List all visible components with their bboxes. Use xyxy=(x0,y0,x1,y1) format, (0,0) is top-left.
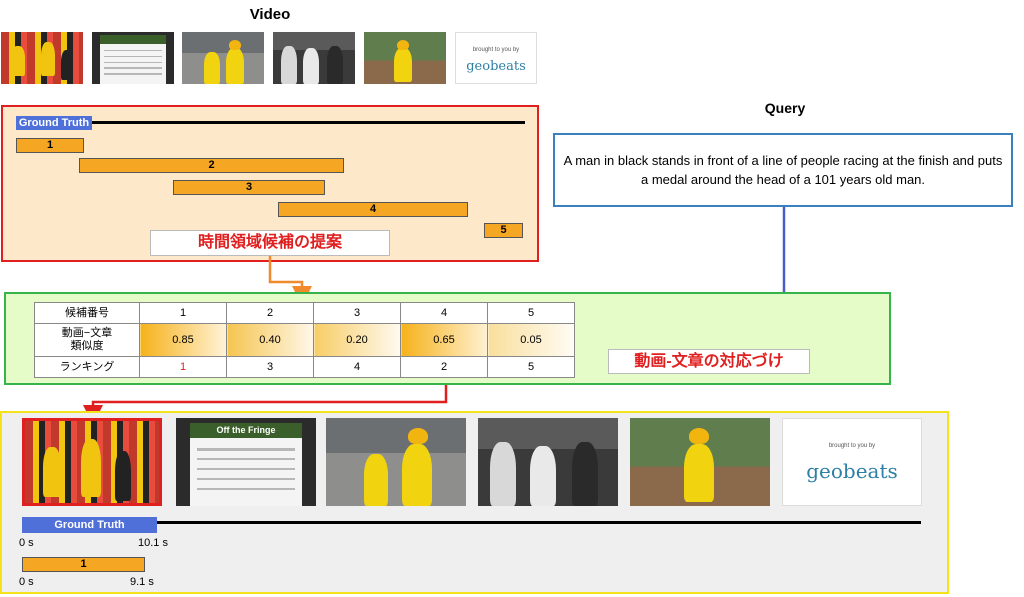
result-frame-3 xyxy=(326,418,466,506)
gt-end-time: 10.1 s xyxy=(138,537,168,549)
candidate-number-1: 1 xyxy=(139,302,227,324)
ranking-2: 3 xyxy=(226,356,314,378)
similarity-4: 0.65 xyxy=(400,323,488,357)
table-header-label: 候補番号 xyxy=(34,302,140,324)
similarity-1: 0.85 xyxy=(139,323,227,357)
result-ground-truth-label: Ground Truth xyxy=(22,517,157,533)
gt-start-time: 0 s xyxy=(19,537,34,549)
matching-caption: 動画-文章の対応づけ xyxy=(608,349,810,374)
ranking-label: ランキング xyxy=(34,356,140,378)
pred-start-time: 0 s xyxy=(19,576,34,588)
result-frame-2: Off the Fringe xyxy=(176,418,316,506)
similarity-5: 0.05 xyxy=(487,323,575,357)
result-frame-6-logo: brought to you by geobeats xyxy=(782,418,922,506)
result-frame-5 xyxy=(630,418,770,506)
result-frame-1-selected xyxy=(22,418,162,506)
result-logo-text: geobeats xyxy=(806,458,898,483)
result-logo-tagline: brought to you by xyxy=(828,443,876,450)
ranking-1: 1 xyxy=(139,356,227,378)
candidate-number-2: 2 xyxy=(226,302,314,324)
candidate-number-5: 5 xyxy=(487,302,575,324)
similarity-label: 動画−文章類似度 xyxy=(61,327,113,352)
pred-end-time: 9.1 s xyxy=(130,576,154,588)
web-banner-text: Off the Fringe xyxy=(216,425,276,436)
ranking-5: 5 xyxy=(487,356,575,378)
candidate-number-3: 3 xyxy=(313,302,401,324)
result-frame-4 xyxy=(478,418,618,506)
similarity-row-label: 動画−文章類似度 xyxy=(34,323,140,357)
candidate-number-4: 4 xyxy=(400,302,488,324)
arrow-proposal-to-matching xyxy=(268,256,312,306)
similarity-3: 0.20 xyxy=(313,323,401,357)
ranking-4: 2 xyxy=(400,356,488,378)
result-proposal-bar: 1 xyxy=(22,557,145,572)
ranking-3: 4 xyxy=(313,356,401,378)
similarity-2: 0.40 xyxy=(226,323,314,357)
result-ground-truth-line xyxy=(157,521,921,524)
candidate-table: 候補番号 1 2 3 4 5 動画−文章類似度 0.85 0.40 0.20 0… xyxy=(34,302,575,378)
